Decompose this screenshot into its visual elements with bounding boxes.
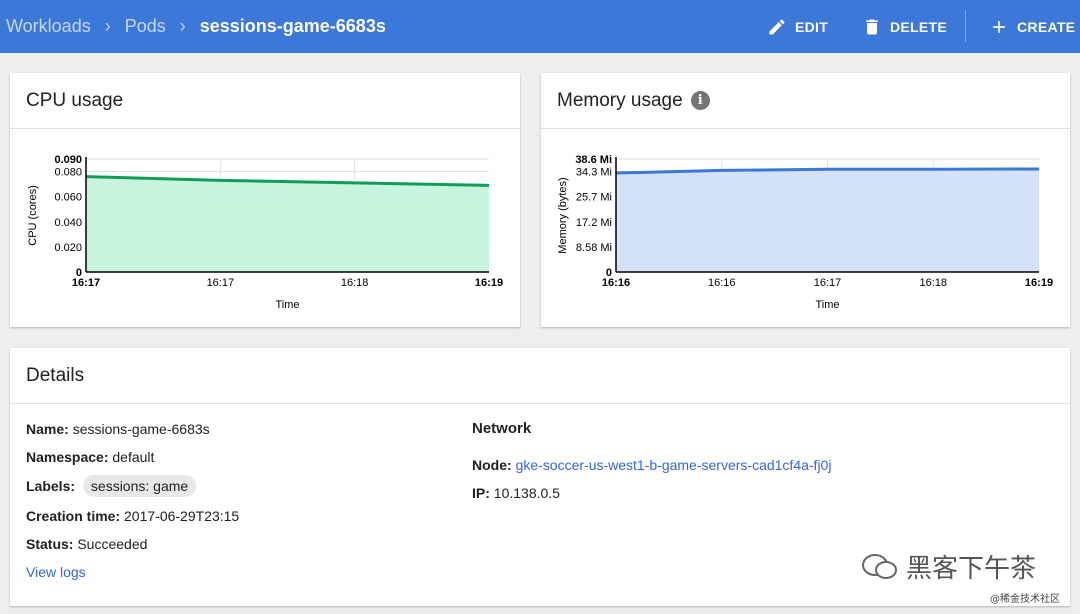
ip-value: 10.138.0.5 [493,485,560,501]
watermark: 黑客下午茶 [860,548,1036,585]
delete-label: DELETE [890,18,948,35]
name-label: Name: [26,421,69,437]
plus-icon [993,20,1005,33]
create-label: CREATE [1017,18,1076,35]
x-tick-label: 16:16 [708,277,736,289]
memory-usage-card: Memory usage i 0 8.58 Mi 17.2 Mi 25.7 Mi 34.… [541,73,1070,327]
x-tick-label: 16:17 [72,277,100,289]
y-tick-label: 38.6 Mi [575,154,612,166]
labels-label: Labels: [26,478,76,494]
series-area [616,168,1039,272]
y-tick-label: 0.040 [54,217,82,229]
y-tick-label: 0.060 [54,192,82,204]
page-title: sessions-game-6683s [199,16,386,36]
details-title: Details [26,364,85,386]
creation-time-value: 2017-06-29T23:15 [124,508,240,524]
edit-button[interactable]: EDIT [767,0,828,53]
watermark-sub: @稀金技术社区 [990,594,1060,605]
namespace-label: Namespace: [26,449,109,465]
x-tick-label: 16:19 [475,277,503,289]
labels-row: Labels: sessions: game [26,475,197,497]
trash-icon [866,19,878,34]
node-label: Node: [472,457,512,473]
breadcrumb-pods[interactable]: Pods [125,16,166,37]
y-axis-title: Memory (bytes) [557,177,569,253]
pencil-icon [769,18,785,34]
cpu-usage-card: CPU usage 0 0.020 0.040 0.060 0.080 0.090 16:1… [10,73,520,327]
x-tick-label: 16:19 [1025,277,1053,289]
ip-row: IP: 10.138.0.5 [472,485,560,501]
y-tick-label: 0.090 [54,154,82,166]
chevron-right-icon: › [104,16,111,36]
y-tick-label: 25.7 Mi [576,192,612,204]
breadcrumb: Workloads › Pods › sessions-game-6683s [6,0,386,53]
memory-card-title: Memory usage [557,89,683,111]
breadcrumb-workloads[interactable]: Workloads [6,16,91,37]
y-tick-label: 8.58 Mi [576,242,612,254]
series-area [86,176,489,272]
toolbar-divider [965,10,966,42]
namespace-value: default [112,449,155,465]
wechat-icon [862,553,897,579]
view-logs-link[interactable]: View logs [26,564,86,580]
node-row: Node: gke-soccer-us-west1-b-game-servers… [472,457,831,473]
status-value: Succeeded [77,536,148,552]
x-tick-label: 16:17 [207,277,235,289]
cpu-card-header: CPU usage [10,73,520,129]
status-label: Status: [26,536,74,552]
cpu-card-title: CPU usage [26,89,124,111]
node-link[interactable]: gke-soccer-us-west1-b-game-servers-cad1c… [516,457,832,473]
y-axis-title: CPU (cores) [27,185,39,246]
name-value: sessions-game-6683s [72,421,210,437]
y-tick-label: 17.2 Mi [576,217,612,229]
memory-chart: 08.58 Mi17.2 Mi25.7 Mi34.3 Mi38.6 Mi16:1… [557,154,1053,311]
creation-time-row: Creation time: 2017-06-29T23:15 [26,508,239,524]
delete-button[interactable]: DELETE [862,0,947,53]
x-axis-title: Time [275,299,299,311]
chevron-right-icon: › [179,16,186,36]
y-tick-label: 34.3 Mi [576,167,612,179]
namespace-row: Namespace: default [26,449,154,465]
cpu-chart: 00.0200.0400.0600.0800.09016:17 16:17 16:1… [27,154,503,311]
x-tick-label: 16:18 [341,277,369,289]
x-tick-label: 16:17 [814,277,842,289]
y-tick-label: 0.080 [54,167,82,179]
info-icon[interactable]: i [690,91,710,110]
memory-card-header: Memory usage i [541,73,1070,129]
creation-time-label: Creation time: [26,508,121,524]
x-tick-label: 16:18 [919,277,947,289]
status-row: Status: Succeeded [26,536,147,552]
x-axis-title: Time [815,299,839,311]
watermark-text: 黑客下午茶 [906,554,1037,584]
label-chip: sessions: game [82,475,197,497]
details-header: Details [10,348,1070,404]
create-button[interactable]: CREATE [989,0,1075,53]
edit-label: EDIT [795,18,829,35]
name-row: Name: sessions-game-6683s [26,421,210,437]
network-heading: Network [472,420,532,437]
ip-label: IP: [472,485,490,501]
x-tick-label: 16:16 [602,277,630,289]
y-tick-label: 0.020 [54,242,82,254]
top-app-bar: Workloads › Pods › sessions-game-6683s E… [0,0,1080,53]
